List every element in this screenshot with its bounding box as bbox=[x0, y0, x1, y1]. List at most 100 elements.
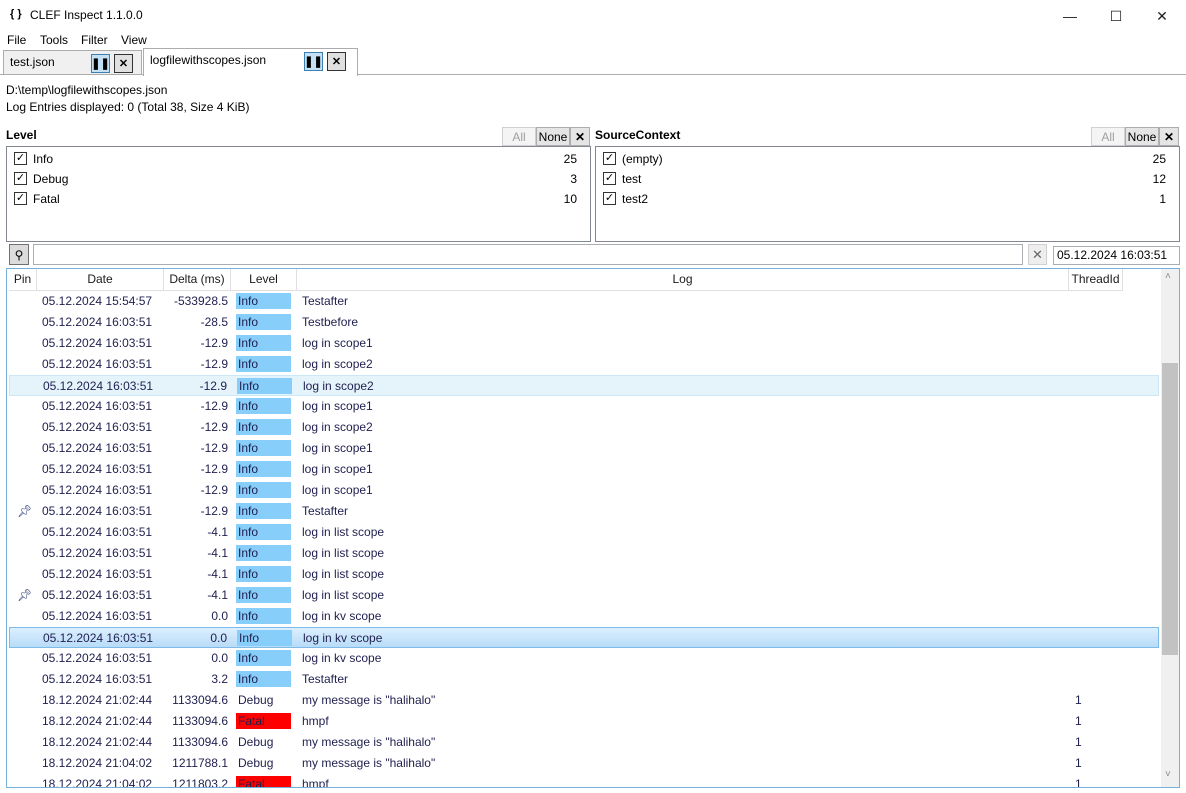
row-level: Info bbox=[236, 482, 291, 498]
row-date: 05.12.2024 16:03:51 bbox=[42, 315, 153, 329]
menu-filter[interactable]: Filter bbox=[81, 33, 108, 47]
checkbox-checked-icon[interactable]: ✓ bbox=[14, 152, 27, 165]
checkbox-checked-icon[interactable]: ✓ bbox=[603, 172, 616, 185]
table-row[interactable]: 05.12.2024 16:03:51 0.0 Info log in kv s… bbox=[9, 606, 1159, 627]
row-level: Info bbox=[236, 356, 291, 372]
filter-item[interactable]: ✓ Info 25 bbox=[14, 149, 597, 169]
date-filter-input[interactable]: 05.12.2024 16:03:51 bbox=[1053, 246, 1180, 265]
pin-icon[interactable]: 📌︎ bbox=[17, 588, 32, 602]
checkbox-checked-icon[interactable]: ✓ bbox=[603, 152, 616, 165]
source-all-button[interactable]: All bbox=[1091, 127, 1125, 146]
checkbox-checked-icon[interactable]: ✓ bbox=[603, 192, 616, 205]
level-clear-button[interactable]: ✕ bbox=[570, 127, 590, 146]
search-icon: ⚲ bbox=[14, 247, 24, 262]
pause-button[interactable]: ❚❚ bbox=[91, 54, 110, 73]
row-level: Info bbox=[237, 630, 292, 646]
column-header-threadid[interactable]: ThreadId bbox=[1069, 269, 1123, 291]
checkbox-checked-icon[interactable]: ✓ bbox=[14, 172, 27, 185]
table-row[interactable]: 05.12.2024 16:03:51 -4.1 Info log in lis… bbox=[9, 564, 1159, 585]
table-row[interactable]: 18.12.2024 21:02:44 1133094.6 Fatal hmpf… bbox=[9, 711, 1159, 732]
table-row[interactable]: 05.12.2024 16:03:51 -4.1 Info log in lis… bbox=[9, 543, 1159, 564]
row-log: log in scope1 bbox=[302, 336, 373, 350]
column-header-delta[interactable]: Delta (ms) bbox=[164, 269, 231, 291]
source-none-button[interactable]: None bbox=[1125, 127, 1159, 146]
row-delta: -12.9 bbox=[200, 483, 228, 497]
table-row[interactable]: 18.12.2024 21:02:44 1133094.6 Debug my m… bbox=[9, 732, 1159, 753]
table-row[interactable]: 05.12.2024 16:03:51 3.2 Info Testafter bbox=[9, 669, 1159, 690]
table-row[interactable]: 05.12.2024 16:03:51 -12.9 Info log in sc… bbox=[9, 459, 1159, 480]
tab-test-json[interactable]: test.json ❚❚ ✕ bbox=[3, 50, 142, 75]
table-row[interactable]: 05.12.2024 16:03:51 0.0 Info log in kv s… bbox=[9, 648, 1159, 669]
table-row[interactable]: 18.12.2024 21:04:02 1211788.1 Debug my m… bbox=[9, 753, 1159, 774]
table-row[interactable]: 05.12.2024 16:03:51 -12.9 Info log in sc… bbox=[9, 396, 1159, 417]
filter-item-name: test bbox=[622, 172, 642, 186]
menu-tools[interactable]: Tools bbox=[40, 33, 68, 47]
level-all-button[interactable]: All bbox=[502, 127, 536, 146]
column-header-log[interactable]: Log bbox=[297, 269, 1069, 291]
row-log: Testafter bbox=[302, 294, 349, 308]
row-level: Info bbox=[236, 671, 291, 687]
row-level: Debug bbox=[238, 735, 274, 749]
pin-icon[interactable]: 📌︎ bbox=[17, 504, 32, 518]
filter-item[interactable]: ✓ (empty) 25 bbox=[603, 149, 1186, 169]
column-header-level[interactable]: Level bbox=[231, 269, 297, 291]
table-row[interactable]: 05.12.2024 16:03:51 -12.9 Info log in sc… bbox=[9, 417, 1159, 438]
filter-item[interactable]: ✓ test 12 bbox=[603, 169, 1186, 189]
row-delta: -4.1 bbox=[207, 546, 228, 560]
row-date: 05.12.2024 16:03:51 bbox=[42, 609, 153, 623]
row-log: my message is "halihalo" bbox=[302, 735, 436, 749]
column-header-date[interactable]: Date bbox=[37, 269, 164, 291]
row-date: 05.12.2024 16:03:51 bbox=[42, 336, 153, 350]
level-filter-title: Level bbox=[6, 128, 37, 142]
filter-item[interactable]: ✓ test2 1 bbox=[603, 189, 1186, 209]
filter-item[interactable]: ✓ Fatal 10 bbox=[14, 189, 597, 209]
scrollbar-thumb[interactable] bbox=[1162, 363, 1178, 655]
row-log: Testafter bbox=[302, 672, 349, 686]
table-row[interactable]: 05.12.2024 16:03:51 -12.9 Info log in sc… bbox=[9, 333, 1159, 354]
table-row[interactable]: 05.12.2024 16:03:51 -12.9 Info log in sc… bbox=[9, 480, 1159, 501]
table-row[interactable]: 05.12.2024 16:03:51 0.0 Info log in kv s… bbox=[9, 627, 1159, 648]
scroll-up-icon[interactable]: ˄ bbox=[1165, 271, 1171, 282]
checkbox-checked-icon[interactable]: ✓ bbox=[14, 192, 27, 205]
table-row[interactable]: 05.12.2024 16:03:51 -28.5 Info Testbefor… bbox=[9, 312, 1159, 333]
pause-button[interactable]: ❚❚ bbox=[304, 52, 323, 71]
column-header-pin[interactable]: Pin bbox=[9, 269, 37, 291]
menu-file[interactable]: File bbox=[7, 33, 26, 47]
row-date: 05.12.2024 16:03:51 bbox=[42, 462, 153, 476]
row-delta: -4.1 bbox=[207, 525, 228, 539]
row-level: Info bbox=[237, 378, 292, 394]
vertical-scrollbar[interactable]: ˄ ˅ bbox=[1161, 269, 1179, 787]
table-row[interactable]: 18.12.2024 21:04:02 1211803.2 Fatal hmpf… bbox=[9, 774, 1159, 787]
source-filter-list: ✓ (empty) 25 ✓ test 12 ✓ test2 1 bbox=[595, 146, 1180, 242]
minimize-button[interactable]: — bbox=[1047, 0, 1093, 32]
scroll-down-icon[interactable]: ˅ bbox=[1165, 769, 1171, 780]
table-row[interactable]: 05.12.2024 15:54:57 -533928.5 Info Testa… bbox=[9, 291, 1159, 312]
maximize-button[interactable]: ☐ bbox=[1093, 0, 1139, 32]
search-button[interactable]: ⚲ bbox=[9, 244, 29, 265]
table-row[interactable]: 📌︎ 05.12.2024 16:03:51 -4.1 Info log in l… bbox=[9, 585, 1159, 606]
table-row[interactable]: 05.12.2024 16:03:51 -12.9 Info log in sc… bbox=[9, 438, 1159, 459]
row-threadid: 1 bbox=[1075, 714, 1082, 728]
table-row[interactable]: 📌︎ 05.12.2024 16:03:51 -12.9 Info Testaft… bbox=[9, 501, 1159, 522]
menu-view[interactable]: View bbox=[121, 33, 147, 47]
filter-item[interactable]: ✓ Debug 3 bbox=[14, 169, 597, 189]
table-row[interactable]: 05.12.2024 16:03:51 -12.9 Info log in sc… bbox=[9, 354, 1159, 375]
source-clear-button[interactable]: ✕ bbox=[1159, 127, 1179, 146]
close-tab-button[interactable]: ✕ bbox=[114, 54, 133, 73]
status-text: Log Entries displayed: 0 (Total 38, Size… bbox=[6, 100, 250, 114]
window-title: CLEF Inspect 1.1.0.0 bbox=[30, 8, 143, 22]
search-input[interactable] bbox=[33, 244, 1023, 265]
level-none-button[interactable]: None bbox=[536, 127, 570, 146]
table-row[interactable]: 18.12.2024 21:02:44 1133094.6 Debug my m… bbox=[9, 690, 1159, 711]
close-tab-button[interactable]: ✕ bbox=[327, 52, 346, 71]
table-row[interactable]: 05.12.2024 16:03:51 -4.1 Info log in lis… bbox=[9, 522, 1159, 543]
close-button[interactable]: ✕ bbox=[1139, 0, 1185, 32]
table-row[interactable]: 05.12.2024 16:03:51 -12.9 Info log in sc… bbox=[9, 375, 1159, 396]
row-log: log in kv scope bbox=[302, 651, 382, 665]
tab-logfilewithscopes-json[interactable]: logfilewithscopes.json ❚❚ ✕ bbox=[143, 48, 358, 76]
clear-search-button[interactable]: ✕ bbox=[1028, 244, 1047, 265]
row-date: 05.12.2024 16:03:51 bbox=[42, 588, 153, 602]
row-level: Debug bbox=[238, 693, 274, 707]
filter-item-name: Info bbox=[33, 152, 54, 166]
row-level: Info bbox=[236, 398, 291, 414]
